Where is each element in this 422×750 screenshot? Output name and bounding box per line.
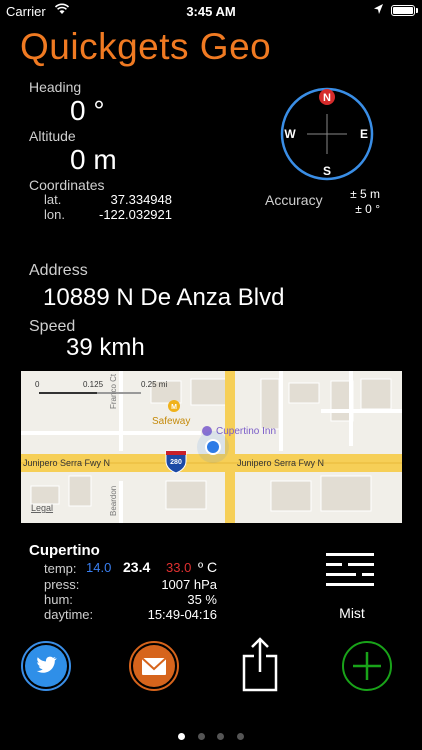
humidity-label: hum:: [44, 592, 73, 607]
battery-tip: [416, 8, 418, 13]
accuracy-distance: ± 5 m: [350, 187, 380, 201]
page-indicator[interactable]: [0, 727, 422, 745]
heading-value: 0 °: [70, 95, 105, 126]
temp-current: 23.4: [123, 559, 151, 575]
temp-label: temp:: [44, 561, 77, 576]
latitude-value: 37.334948: [110, 192, 172, 207]
heading-label: Heading: [29, 79, 82, 95]
longitude-label: lon.: [44, 207, 65, 222]
share-button[interactable]: [240, 636, 280, 692]
coordinates-label: Coordinates: [29, 177, 105, 193]
map-scale-2: 0.25 mi: [141, 380, 167, 389]
add-button[interactable]: [342, 641, 392, 691]
compass-south: S: [323, 164, 331, 178]
mist-icon: [326, 553, 374, 587]
compass: N E S W: [279, 86, 375, 182]
compass-north: N: [323, 92, 331, 104]
longitude-value: -122.032921: [98, 207, 172, 222]
map-legal-link: Legal: [31, 503, 53, 513]
map-street-beardon: Beardon: [109, 486, 118, 516]
page-dot-2[interactable]: [197, 733, 205, 740]
page-dot-4[interactable]: [236, 733, 244, 740]
accuracy-label: Accuracy: [265, 192, 323, 208]
map-road-label: Junipero Serra Fwy N: [23, 458, 110, 468]
app-title: Quickgets Geo: [20, 26, 272, 67]
twitter-bird-icon: [25, 645, 67, 687]
svg-text:M: M: [171, 404, 177, 411]
map-scale-0: 0: [35, 380, 40, 389]
twitter-share-button[interactable]: [21, 641, 71, 691]
altitude-value: 0 m: [70, 144, 117, 175]
latitude-label: lat.: [44, 192, 62, 207]
page-dot-3[interactable]: [217, 733, 225, 740]
compass-east: E: [360, 127, 368, 141]
email-share-button[interactable]: [129, 641, 179, 691]
page-dot-1[interactable]: [178, 733, 186, 740]
weather-condition: Mist: [339, 605, 365, 621]
current-location-dot-icon: [207, 441, 219, 453]
map-scale-1: 0.125: [83, 380, 104, 389]
accuracy-angle: ± 0 °: [355, 202, 380, 216]
location-arrow-icon: [373, 3, 384, 18]
envelope-icon: [133, 645, 175, 687]
map-shield-number: 280: [170, 459, 182, 466]
pressure-value: 1007 hPa: [161, 577, 217, 592]
weather-city: Cupertino: [29, 542, 100, 559]
compass-west: W: [284, 127, 296, 141]
address-value: 10889 N De Anza Blvd: [43, 284, 285, 311]
pressure-label: press:: [44, 577, 80, 592]
temp-unit: º C: [198, 559, 218, 575]
humidity-value: 35 %: [187, 592, 217, 607]
altitude-label: Altitude: [29, 128, 76, 144]
status-time: 3:45 AM: [186, 4, 236, 19]
status-bar: Carrier 3:45 AM: [0, 0, 422, 22]
share-icon: [242, 637, 278, 692]
temp-low: 14.0: [86, 560, 112, 575]
temp-high: 33.0: [166, 560, 192, 575]
speed-value: 39 kmh: [66, 334, 145, 361]
map-street-franco: Franco Ct: [109, 373, 118, 409]
map-poi-inn: Cupertino Inn: [216, 426, 276, 437]
map-view[interactable]: 0 0.125 0.25 mi Franco Ct Beardon Junipe…: [21, 371, 402, 523]
map-road-label-2: Junipero Serra Fwy N: [237, 458, 324, 468]
battery-icon: [391, 5, 415, 16]
daytime-value: 15:49-04:16: [147, 607, 217, 622]
plus-icon: [353, 652, 381, 680]
daytime-label: daytime:: [44, 607, 94, 622]
map-poi-safeway: Safeway: [152, 416, 190, 427]
address-label: Address: [29, 262, 88, 279]
